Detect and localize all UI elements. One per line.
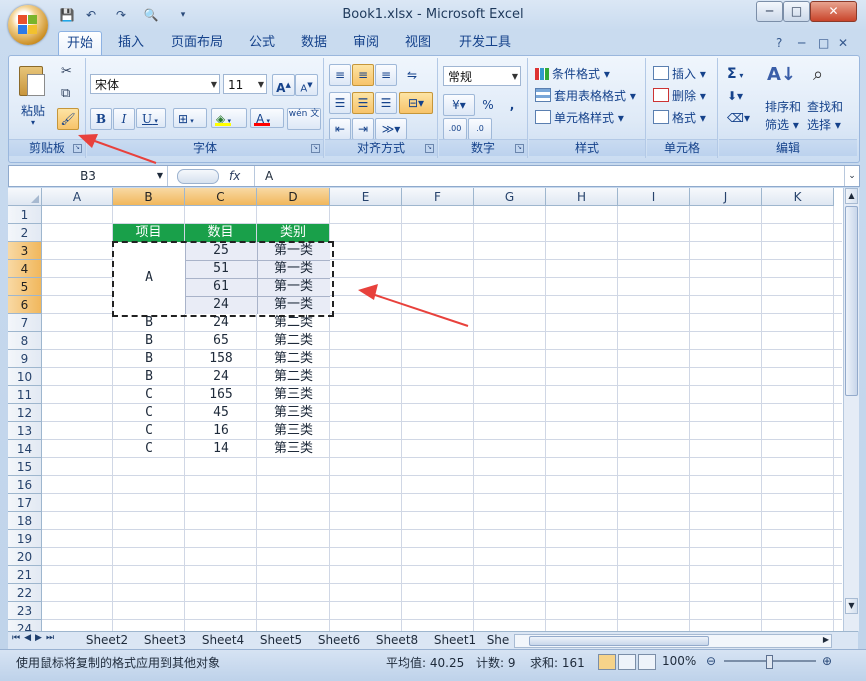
arrow-to-selection — [358, 284, 469, 327]
excel-window: 💾 ↶ ↷ 🔍 ▾ Book1.xlsx - Microsoft Excel ─… — [0, 0, 866, 681]
arrow-to-format-painter — [78, 134, 157, 164]
office-logo-icon — [18, 15, 38, 35]
annotation-arrows — [78, 134, 469, 327]
office-button[interactable] — [8, 5, 48, 45]
